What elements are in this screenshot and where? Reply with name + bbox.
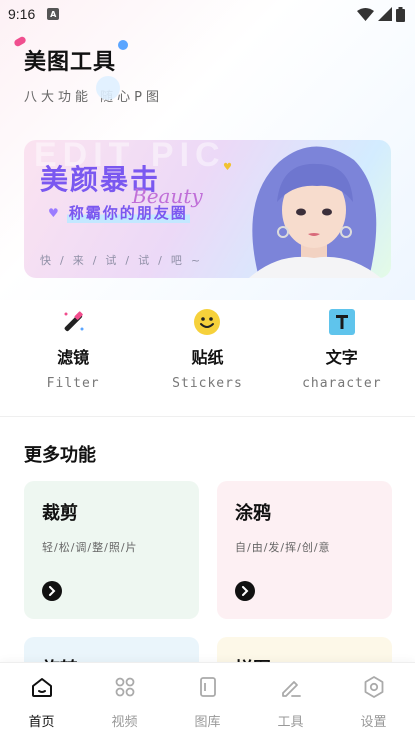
smiley-icon bbox=[193, 308, 221, 336]
battery-icon bbox=[396, 6, 405, 22]
portrait-illustration: ♥ bbox=[223, 146, 381, 278]
app-subtitle: 八大功能 随心P图 bbox=[24, 90, 163, 105]
nav-settings[interactable]: 设置 bbox=[332, 663, 415, 739]
notification-icon: A bbox=[47, 8, 60, 20]
nav-home[interactable]: 首页 bbox=[0, 663, 83, 739]
card-description: 轻/松/调/整/照/片 bbox=[42, 541, 138, 554]
card-title: 裁剪 bbox=[42, 503, 78, 524]
magic-wand-icon bbox=[59, 308, 87, 336]
tool-name: 滤镜 bbox=[57, 348, 90, 367]
settings-icon bbox=[364, 676, 383, 698]
gallery-icon bbox=[199, 677, 216, 697]
card-crop[interactable]: 裁剪 轻/松/调/整/照/片 bbox=[24, 481, 199, 619]
app-header: 美图工具 八大功能 随心P图 bbox=[0, 28, 415, 128]
more-features-title: 更多功能 bbox=[24, 445, 96, 466]
nav-label: 工具 bbox=[277, 715, 304, 730]
arrow-right-icon[interactable] bbox=[42, 581, 62, 601]
status-time: 9:16 bbox=[8, 6, 36, 22]
tool-name: 文字 bbox=[325, 348, 358, 367]
edit-icon bbox=[281, 681, 301, 697]
nav-label: 视频 bbox=[111, 715, 138, 730]
tool-subtitle: Stickers bbox=[172, 376, 243, 391]
tool-subtitle: character bbox=[302, 376, 382, 391]
svg-text:♥: ♥ bbox=[223, 162, 232, 173]
tool-stickers[interactable]: 贴纸 Stickers bbox=[147, 308, 267, 416]
tool-text[interactable]: 文字 character bbox=[282, 308, 402, 416]
tool-subtitle: Filter bbox=[46, 376, 100, 391]
heart-icon: ♥ bbox=[48, 205, 59, 220]
arrow-right-icon[interactable] bbox=[235, 581, 255, 601]
home-icon bbox=[31, 678, 52, 697]
circle-decoration bbox=[96, 76, 120, 100]
card-description: 自/由/发/挥/创/意 bbox=[235, 541, 331, 554]
tool-filter[interactable]: 滤镜 Filter bbox=[13, 308, 133, 416]
card-doodle[interactable]: 涂鸦 自/由/发/挥/创/意 bbox=[217, 481, 392, 619]
tools-row: 滤镜 Filter 贴纸 Stickers 文字 character bbox=[0, 278, 415, 416]
signal-icon bbox=[378, 7, 392, 21]
card-title: 涂鸦 bbox=[235, 503, 271, 524]
tool-name: 贴纸 bbox=[191, 348, 224, 367]
nav-video[interactable]: 视频 bbox=[83, 663, 166, 739]
banner-hint: 快/来/试/试/吧~ bbox=[40, 254, 210, 267]
status-bar: 9:16 A bbox=[0, 0, 415, 28]
nav-tools[interactable]: 工具 bbox=[249, 663, 332, 739]
text-icon bbox=[328, 308, 356, 336]
bottom-navigation: 首页 视频 图库 工具 设置 bbox=[0, 662, 415, 739]
nav-label: 首页 bbox=[28, 715, 55, 730]
app-title: 美图工具 bbox=[24, 50, 117, 75]
nav-label: 设置 bbox=[360, 715, 387, 730]
promo-banner[interactable]: EDIT PIC 美颜暴击 Beauty ♥ 称霸你的朋友圈 快/来/试/试/吧… bbox=[24, 140, 391, 278]
wifi-icon bbox=[357, 7, 374, 21]
nav-label: 图库 bbox=[194, 715, 221, 730]
grid-icon bbox=[115, 677, 134, 697]
banner-slogan: 称霸你的朋友圈 bbox=[66, 202, 190, 223]
nav-gallery[interactable]: 图库 bbox=[166, 663, 249, 739]
